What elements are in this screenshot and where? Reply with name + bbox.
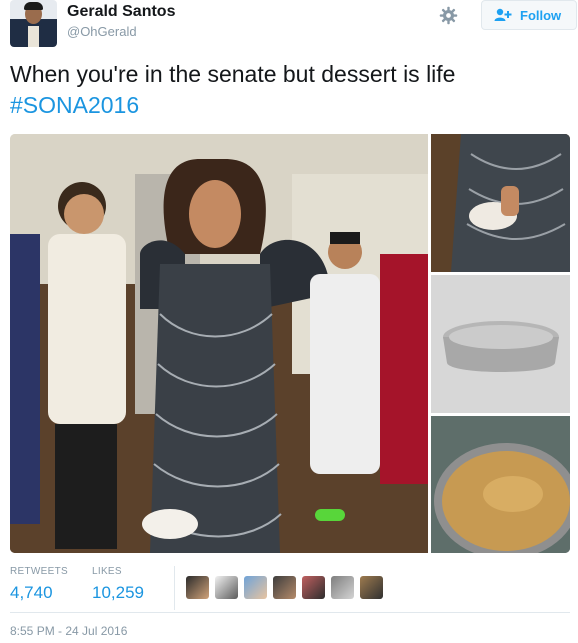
likes-stat[interactable]: LIKES 10,259: [92, 566, 144, 603]
photo-flan-art: [431, 416, 570, 553]
tweet-header: Gerald Santos @OhGerald Follow: [10, 0, 577, 52]
retweets-stat[interactable]: RETWEETS 4,740: [10, 566, 68, 603]
photo-senate-dress[interactable]: [10, 134, 428, 553]
photo-leche-flan-tin[interactable]: [431, 275, 570, 413]
user-display-name[interactable]: Gerald Santos: [67, 3, 175, 21]
follow-button[interactable]: Follow: [481, 0, 577, 30]
follow-button-label: Follow: [520, 8, 562, 23]
liker-avatar[interactable]: [302, 576, 325, 599]
footer-divider: [10, 612, 570, 613]
avatar-hair: [24, 2, 43, 10]
retweets-count: 4,740: [10, 583, 53, 602]
liker-avatar[interactable]: [215, 576, 238, 599]
avatar-shirt: [28, 26, 39, 47]
tweet-stats: RETWEETS 4,740 LIKES 10,259: [10, 566, 570, 612]
liker-avatar[interactable]: [331, 576, 354, 599]
photo-clutch-closeup[interactable]: [431, 134, 570, 272]
user-avatar[interactable]: [10, 0, 57, 47]
photo-senate-dress-art: [10, 134, 428, 553]
stats-divider: [174, 566, 175, 610]
tweet-body: When you're in the senate but dessert is…: [10, 61, 456, 87]
media-grid: [10, 134, 570, 553]
liker-avatar[interactable]: [360, 576, 383, 599]
hashtag-link[interactable]: #SONA2016: [10, 90, 570, 121]
tweet-text: When you're in the senate but dessert is…: [10, 59, 570, 121]
likes-label: LIKES: [92, 566, 122, 577]
gear-icon[interactable]: [439, 6, 458, 25]
liker-avatar[interactable]: [186, 576, 209, 599]
retweets-label: RETWEETS: [10, 566, 68, 577]
follow-user-icon: [494, 8, 512, 21]
liker-avatar[interactable]: [273, 576, 296, 599]
user-handle[interactable]: @OhGerald: [67, 24, 137, 39]
photo-leche-flan[interactable]: [431, 416, 570, 553]
photo-tin-art: [431, 275, 570, 413]
liker-avatar[interactable]: [244, 576, 267, 599]
likes-count: 10,259: [92, 583, 144, 602]
photo-clutch-art: [431, 134, 570, 272]
tweet-timestamp[interactable]: 8:55 PM - 24 Jul 2016: [10, 624, 127, 638]
